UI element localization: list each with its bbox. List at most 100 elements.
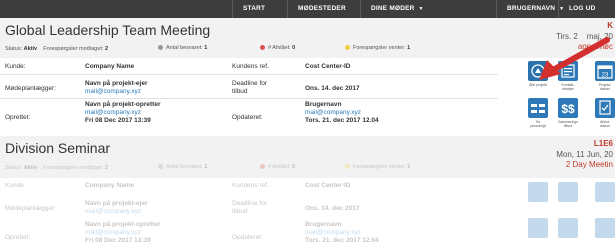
chevron-down-icon: ▼ bbox=[418, 6, 424, 12]
nav-venues[interactable]: MØDESTEDER bbox=[287, 0, 356, 18]
planner-name: Navn på projekt-ejer bbox=[85, 200, 148, 207]
tile-label: Se prosverigt bbox=[530, 120, 546, 128]
compare-offers-button[interactable]: $$ bbox=[558, 98, 578, 118]
deadline-value: Ons. 14. dec 2017 bbox=[305, 205, 360, 213]
planner-label: Mødeplanlægger: bbox=[5, 205, 56, 212]
meeting-card: Division Seminar Status: Aktiv Forespørg… bbox=[0, 136, 615, 250]
tile-label: Afslut-dokum bbox=[599, 120, 611, 128]
updated-value: Brugernavn mail@company.xyz Tors. 21. de… bbox=[305, 101, 379, 125]
requests-value: 2 bbox=[104, 46, 109, 52]
updater-mail-link[interactable]: mail@company.xyz bbox=[305, 109, 361, 116]
contact-details-button[interactable] bbox=[558, 182, 578, 202]
planner-value: Navn på projekt-ejer mail@company.xyz bbox=[85, 80, 148, 96]
status-value: Aktiv bbox=[23, 46, 38, 52]
creator-name: Navn på projekt-opretter bbox=[85, 221, 161, 228]
customer-value: Company Name bbox=[85, 182, 134, 190]
updated-date: Tors. 21. dec 2017 12.04 bbox=[305, 117, 379, 124]
nav-start[interactable]: START bbox=[232, 0, 275, 18]
creator-mail-link[interactable]: mail@company.xyz bbox=[85, 109, 141, 116]
pending-label: Forespørgsler venter: bbox=[353, 45, 406, 51]
open-project-button[interactable] bbox=[528, 182, 548, 202]
meeting-header: Global Leadership Team Meeting Status: A… bbox=[0, 18, 615, 58]
declined-stat: # Afslået: 0 bbox=[260, 45, 295, 51]
deadline-date: Ons. 14. dec 2017 bbox=[305, 205, 360, 212]
planner-value: Navn på projekt-ejer mail@company.xyz bbox=[85, 200, 148, 216]
nav-logout[interactable]: LOG UD bbox=[558, 0, 605, 18]
cost-center: Cost Center-ID bbox=[305, 182, 351, 189]
divider bbox=[0, 98, 498, 99]
deadline-label-line1: Deadline for bbox=[232, 200, 268, 207]
deadline-value: Ons. 14. dec 2017 bbox=[305, 85, 360, 93]
customer-ref-label: Kundens ref. bbox=[232, 182, 269, 189]
yellow-dot-icon bbox=[345, 45, 350, 50]
deadline-label: Deadline for tilbud bbox=[232, 80, 267, 96]
created-date: Fri 08 Dec 2017 13:39 bbox=[85, 237, 151, 244]
status-label: Status: bbox=[5, 46, 23, 52]
planner-mail-link[interactable]: mail@company.xyz bbox=[85, 88, 141, 95]
nav-username-label: BRUGERNAVN bbox=[507, 5, 556, 12]
answered-label: Antal besvaret: bbox=[166, 45, 203, 51]
svg-text:$$: $$ bbox=[561, 102, 575, 116]
deadline-label-line1: Deadline for bbox=[232, 80, 268, 87]
updated-value: Brugernavn mail@company.xyz Tors. 21. de… bbox=[305, 221, 379, 245]
customer-name: Company Name bbox=[85, 182, 135, 189]
updater-mail-link[interactable]: mail@company.xyz bbox=[305, 229, 361, 236]
divider bbox=[0, 74, 498, 75]
answered-stat: Antal besvaret: 1 bbox=[158, 45, 207, 51]
meeting-card: Global Leadership Team Meeting Status: A… bbox=[0, 18, 615, 136]
declined-value: 0 bbox=[292, 45, 296, 51]
project-dates-button[interactable] bbox=[595, 182, 615, 202]
requests-label: Forespørgsler modtaget: bbox=[43, 46, 104, 52]
created-label: Oprettet: bbox=[5, 234, 31, 241]
red-dot-icon bbox=[260, 45, 265, 50]
updater-name: Brugernavn bbox=[305, 101, 342, 108]
created-label: Oprettet: bbox=[5, 114, 31, 121]
customer-label: Kunde: bbox=[5, 182, 26, 189]
customer-ref-value: Cost Center-ID bbox=[305, 182, 351, 190]
customer-label: Kunde: bbox=[5, 63, 26, 70]
deadline-label-line2: tilbud bbox=[232, 208, 248, 215]
status-line: Status: Aktiv Forespørgsler modtaget: 2 bbox=[5, 46, 108, 52]
pointer-arrow-icon bbox=[539, 37, 610, 80]
created-value: Navn på projekt-opretter mail@company.xy… bbox=[85, 101, 161, 125]
gray-dot-icon bbox=[158, 45, 163, 50]
customer-ref-value: Cost Center-ID bbox=[305, 63, 351, 71]
deadline-date: Ons. 14. dec 2017 bbox=[305, 85, 360, 92]
progress-button[interactable] bbox=[528, 218, 548, 238]
planner-label: Mødeplanlægger: bbox=[5, 85, 56, 92]
customer-name: Company Name bbox=[85, 63, 135, 70]
top-navigation: START MØDESTEDER DINE MØDER ▼ BRUGERNAVN ▼… bbox=[0, 0, 615, 18]
customer-ref-label: Kundens ref. bbox=[232, 63, 269, 70]
tile-label: Sammenlign tilbud bbox=[558, 120, 578, 128]
declined-label: # Afslået: bbox=[268, 45, 291, 51]
answered-value: 1 bbox=[204, 45, 208, 51]
nav-my-meetings-label: DINE MØDER bbox=[371, 5, 415, 12]
created-date: Fri 08 Dec 2017 13:39 bbox=[85, 117, 151, 124]
updater-name: Brugernavn bbox=[305, 221, 342, 228]
deadline-label: Deadline for tilbud bbox=[232, 200, 267, 216]
nav-my-meetings[interactable]: DINE MØDER ▼ bbox=[360, 0, 434, 18]
updated-date: Tors. 21. dec 2017 12.04 bbox=[305, 237, 379, 244]
deadline-label-line2: tilbud bbox=[232, 88, 248, 95]
meeting-title[interactable]: Global Leadership Team Meeting bbox=[5, 22, 210, 38]
progress-flow-icon bbox=[531, 104, 545, 113]
pending-stat: Forespørgsler venter: 1 bbox=[345, 45, 410, 51]
planner-mail-link[interactable]: mail@company.xyz bbox=[85, 208, 141, 215]
updated-label: Opdateret: bbox=[232, 114, 263, 121]
document-check-icon bbox=[599, 100, 611, 115]
final-documents-button[interactable] bbox=[595, 218, 615, 238]
progress-button[interactable] bbox=[528, 98, 548, 118]
customer-value: Company Name bbox=[85, 63, 134, 71]
updated-label: Opdateret: bbox=[232, 234, 263, 241]
created-value: Navn på projekt-opretter mail@company.xy… bbox=[85, 221, 161, 245]
meeting-code: K bbox=[607, 21, 613, 30]
pending-value: 1 bbox=[407, 45, 411, 51]
compare-offers-button[interactable] bbox=[558, 218, 578, 238]
compare-dollar-icon: $$ bbox=[561, 102, 575, 116]
final-documents-button[interactable] bbox=[595, 98, 615, 118]
cost-center: Cost Center-ID bbox=[305, 63, 351, 70]
creator-mail-link[interactable]: mail@company.xyz bbox=[85, 229, 141, 236]
planner-name: Navn på projekt-ejer bbox=[85, 80, 148, 87]
creator-name: Navn på projekt-opretter bbox=[85, 101, 161, 108]
meeting-details-faded: Kunde: Company Name Kundens ref. Cost Ce… bbox=[0, 136, 615, 250]
